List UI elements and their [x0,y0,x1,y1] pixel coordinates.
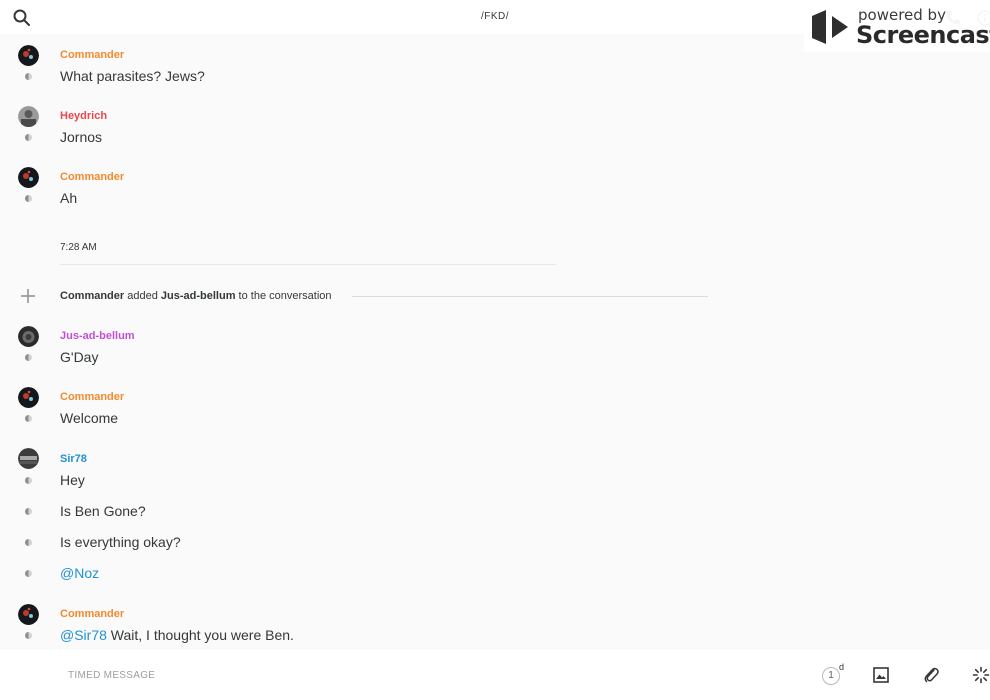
status-dot [25,354,32,361]
message-text: Welcome [60,410,119,426]
status-dot [25,508,32,515]
divider [352,296,708,297]
timed-message-button[interactable]: 1 d [822,662,844,686]
timer-icon: 1 [822,667,840,685]
ping-button[interactable] [972,666,990,684]
watermark-title: Screencastify [856,21,990,49]
avatar[interactable] [18,326,39,347]
sender-name[interactable]: Commander [60,391,124,403]
sender-name[interactable]: Commander [60,49,124,61]
attach-button[interactable] [922,666,940,684]
message-text: @Sir78 Wait, I thought you were Ben. [60,627,294,643]
message-text: Ah [60,190,78,206]
screencastify-logo-icon [812,10,848,44]
status-dot [25,195,32,202]
system-actor[interactable]: Commander [60,290,124,302]
avatar[interactable] [18,387,39,408]
avatar[interactable] [18,448,39,469]
message-body: Wait, I thought you were Ben. [110,627,294,643]
status-dot [25,539,32,546]
message-text: What parasites? Jews? [60,68,205,84]
divider [60,264,556,265]
plus-icon [21,289,35,303]
message-text: Is Ben Gone? [60,503,146,519]
status-dot [25,632,32,639]
avatar[interactable] [18,167,39,188]
system-suffix: to the conversation [238,290,332,302]
status-dot [25,477,32,484]
composer-bar: 1 d [0,650,990,700]
status-dot [25,73,32,80]
image-button[interactable] [873,667,889,683]
avatar[interactable] [18,106,39,127]
status-dot [25,415,32,422]
message-text: G'Day [60,349,99,365]
sender-name[interactable]: Commander [60,608,124,620]
mention-link[interactable]: @Noz [60,565,99,581]
status-dot [25,570,32,577]
sender-name[interactable]: Commander [60,171,124,183]
status-dot [25,134,32,141]
timer-unit: d [839,662,845,672]
ping-icon [972,666,990,684]
sender-name[interactable]: Jus-ad-bellum [60,330,135,342]
avatar[interactable] [18,604,39,625]
message-text: Is everything okay? [60,534,181,550]
system-target[interactable]: Jus-ad-bellum [161,290,236,302]
mention-link[interactable]: @Sir78 [60,627,107,643]
message-text: Jornos [60,129,103,145]
paperclip-icon [924,667,939,683]
sender-name[interactable]: Heydrich [60,110,107,122]
system-message: Commander added Jus-ad-bellum to the con… [60,290,332,302]
system-verb: added [127,290,158,302]
screencastify-watermark: powered by Screencastify [804,2,990,52]
sender-name[interactable]: Sir78 [60,453,87,465]
image-icon [873,667,889,683]
avatar[interactable] [18,45,39,66]
timestamp: 7:28 AM [60,242,97,253]
message-input[interactable] [60,660,760,690]
message-text: Hey [60,472,85,488]
